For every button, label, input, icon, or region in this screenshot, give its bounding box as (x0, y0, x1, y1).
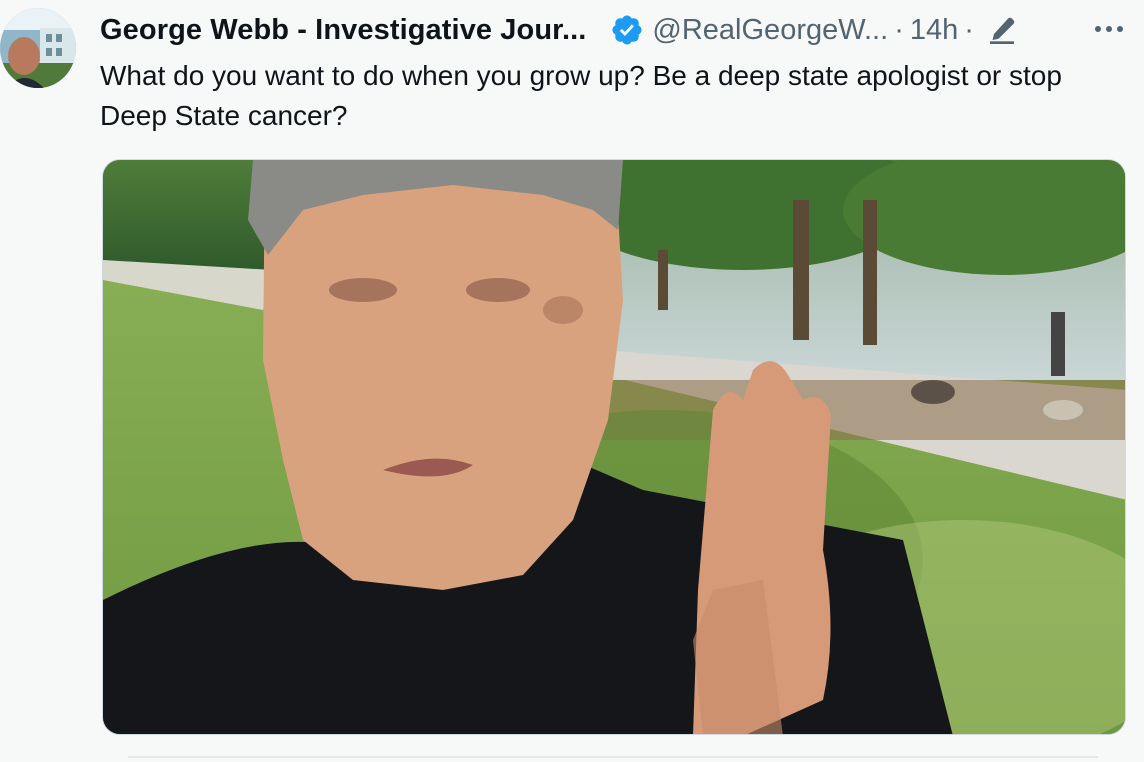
handle[interactable]: @RealGeorgeW... (652, 14, 888, 47)
tweet-text: What do you want to do when you grow up?… (100, 60, 1062, 131)
video-thumbnail[interactable] (102, 159, 1126, 735)
display-name[interactable]: George Webb - Investigative Jour... (100, 14, 586, 47)
divider (128, 756, 1098, 758)
avatar[interactable] (0, 8, 76, 88)
verified-badge-icon[interactable] (610, 13, 644, 47)
more-options-icon[interactable] (1092, 16, 1126, 42)
timestamp[interactable]: 14h (910, 14, 958, 47)
separator-dot-2: · (964, 13, 974, 46)
tweet[interactable]: George Webb - Investigative Jour... @Rea… (0, 0, 1144, 762)
separator-dot: · (894, 13, 904, 46)
edit-icon[interactable] (986, 14, 1018, 46)
tweet-header: George Webb - Investigative Jour... @Rea… (100, 10, 1018, 50)
